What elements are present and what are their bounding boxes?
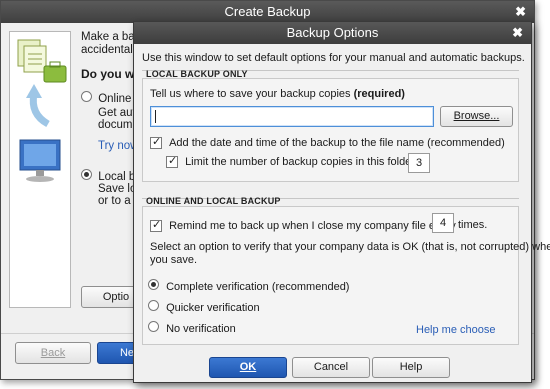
backup-path-input[interactable] bbox=[150, 106, 434, 127]
add-datetime-checkbox[interactable] bbox=[150, 135, 162, 150]
save-location-prompt: Tell us where to save your backup copies… bbox=[150, 88, 405, 100]
complete-verification-label: Complete verification (recommended) bbox=[166, 281, 350, 293]
wizard-illustration-panel bbox=[9, 31, 71, 308]
quicker-verification-radio[interactable] bbox=[148, 300, 159, 311]
no-verification-radio[interactable] bbox=[148, 321, 159, 332]
create-backup-titlebar: Create Backup ✖ bbox=[1, 1, 534, 23]
create-backup-close-icon[interactable]: ✖ bbox=[515, 1, 526, 23]
no-verification-label: No verification bbox=[166, 323, 236, 335]
intro-line-2: accidental l bbox=[81, 44, 139, 56]
computer-icon bbox=[19, 139, 61, 182]
backup-options-close-icon[interactable]: ✖ bbox=[512, 22, 523, 44]
arrow-icon bbox=[26, 84, 50, 128]
save-location-prompt-text: Tell us where to save your backup copies bbox=[150, 88, 354, 100]
documents-icon bbox=[17, 39, 47, 73]
online-backup-radio[interactable] bbox=[81, 91, 92, 102]
backup-options-titlebar: Backup Options ✖ bbox=[134, 22, 531, 44]
limit-copies-label: Limit the number of backup copies in thi… bbox=[185, 156, 428, 168]
cancel-button[interactable]: Cancel bbox=[292, 357, 370, 378]
remind-option[interactable]: Remind me to back up when I close my com… bbox=[150, 218, 456, 233]
quicker-verification-label: Quicker verification bbox=[166, 302, 260, 314]
remind-checkbox[interactable] bbox=[150, 218, 162, 233]
backup-options-title: Backup Options bbox=[286, 25, 379, 40]
help-me-choose-link[interactable]: Help me choose bbox=[416, 324, 496, 336]
backup-options-window: Backup Options ✖ Use this window to set … bbox=[133, 21, 550, 383]
ok-button[interactable]: OK bbox=[209, 357, 287, 378]
online-section-title: ONLINE AND LOCAL BACKUP bbox=[146, 196, 281, 206]
intro-line-1: Make a bac bbox=[81, 31, 141, 43]
verify-prompt-line-1: Select an option to verify that your com… bbox=[150, 241, 550, 253]
back-button[interactable]: Back bbox=[15, 342, 91, 364]
add-datetime-option[interactable]: Add the date and time of the backup to t… bbox=[150, 135, 505, 150]
no-verification-option[interactable]: No verification bbox=[148, 321, 236, 335]
limit-copies-input[interactable]: 3 bbox=[408, 153, 430, 173]
help-button[interactable]: Help bbox=[372, 357, 450, 378]
complete-verification-radio[interactable] bbox=[148, 279, 159, 290]
remind-suffix: times. bbox=[458, 219, 488, 231]
local-backup-radio[interactable] bbox=[81, 169, 92, 180]
briefcase-icon bbox=[43, 61, 67, 83]
limit-copies-option[interactable]: Limit the number of backup copies in thi… bbox=[166, 154, 428, 169]
add-datetime-label: Add the date and time of the backup to t… bbox=[169, 137, 505, 149]
limit-copies-checkbox[interactable] bbox=[166, 154, 178, 169]
remind-count-input[interactable]: 4 bbox=[432, 213, 454, 233]
window-description: Use this window to set default options f… bbox=[142, 52, 525, 64]
quicker-verification-option[interactable]: Quicker verification bbox=[148, 300, 260, 314]
remind-label: Remind me to back up when I close my com… bbox=[169, 220, 456, 232]
browse-button[interactable]: Browse... bbox=[440, 106, 513, 127]
verify-prompt-line-2: you save. bbox=[150, 254, 198, 266]
required-label: (required) bbox=[353, 88, 405, 100]
text-cursor bbox=[155, 110, 156, 123]
backup-question: Do you wa bbox=[81, 67, 142, 81]
complete-verification-option[interactable]: Complete verification (recommended) bbox=[148, 279, 349, 293]
create-backup-title: Create Backup bbox=[224, 4, 311, 19]
backup-illustration bbox=[17, 39, 67, 182]
